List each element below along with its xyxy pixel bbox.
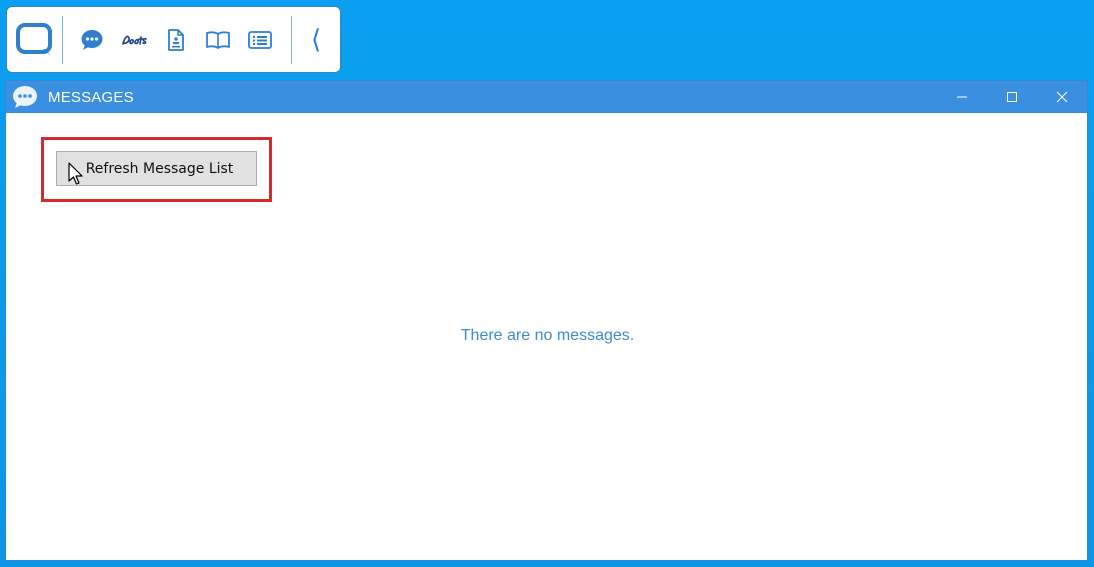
minimize-icon xyxy=(957,96,967,98)
messages-content: Refresh Message List There are no messag… xyxy=(6,113,1087,562)
boots-logo-icon xyxy=(122,35,148,45)
toolbar-icon-group xyxy=(63,7,281,72)
close-button[interactable] xyxy=(1037,81,1087,113)
chevron-left-icon: ⟨ xyxy=(311,24,322,55)
documents-button[interactable] xyxy=(155,20,197,60)
app-logo-icon xyxy=(15,22,52,56)
messages-window: MESSAGES Refresh Message List There are … xyxy=(5,80,1088,561)
empty-state-text: There are no messages. xyxy=(460,327,635,344)
app-logo[interactable] xyxy=(7,6,62,73)
messages-icon xyxy=(81,29,103,50)
window-titlebar[interactable]: MESSAGES xyxy=(6,81,1087,113)
maximize-icon xyxy=(1007,92,1017,102)
chat-bubble-icon xyxy=(13,86,37,108)
close-icon xyxy=(1056,91,1068,103)
list-button[interactable] xyxy=(239,20,281,60)
list-icon xyxy=(248,30,273,49)
messages-button[interactable] xyxy=(71,20,113,60)
window-controls xyxy=(937,81,1087,113)
refresh-message-list-button[interactable]: Refresh Message List xyxy=(56,151,257,186)
minimize-button[interactable] xyxy=(937,81,987,113)
boots-button[interactable] xyxy=(113,20,155,60)
maximize-button[interactable] xyxy=(987,81,1037,113)
document-icon xyxy=(168,28,185,51)
collapse-toolbar-button[interactable]: ⟨ xyxy=(292,7,340,72)
app-toolbar: ⟨ xyxy=(6,6,341,73)
book-icon xyxy=(206,30,231,49)
window-title: MESSAGES xyxy=(48,88,134,106)
window-icon xyxy=(8,81,42,113)
guides-button[interactable] xyxy=(197,20,239,60)
